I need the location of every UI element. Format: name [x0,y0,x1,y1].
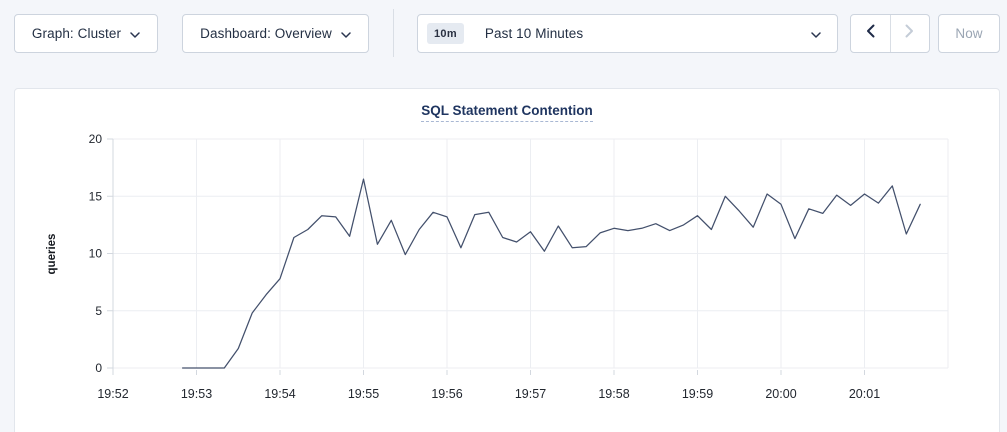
graph-dropdown-label: Graph: Cluster [32,26,121,41]
x-axis-tick-label: 20:01 [849,387,880,401]
y-axis-label: queries [46,234,58,275]
chevron-right-icon [905,24,914,43]
x-axis-tick-label: 19:59 [682,387,713,401]
y-axis-tick-label: 10 [89,247,103,261]
chevron-left-icon [866,24,875,43]
y-axis-tick-label: 5 [95,304,102,318]
x-axis-tick-label: 20:00 [765,387,796,401]
time-forward-button[interactable] [891,15,930,52]
time-window-badge: 10m [427,23,464,44]
toolbar-divider [393,9,394,57]
now-button-label: Now [955,26,982,41]
dashboard-dropdown-label: Dashboard: Overview [200,26,332,41]
x-axis-tick-label: 19:58 [598,387,629,401]
time-back-button[interactable] [851,15,891,52]
x-axis-tick-label: 19:54 [264,387,295,401]
time-range-label: Past 10 Minutes [485,26,583,41]
y-axis-tick-label: 20 [89,132,103,146]
x-axis-tick-label: 19:55 [348,387,379,401]
dashboard-dropdown[interactable]: Dashboard: Overview [182,14,369,53]
time-shift-button-group [850,14,930,53]
x-axis-tick-label: 19:56 [431,387,462,401]
time-range-dropdown[interactable]: 10m Past 10 Minutes [417,14,838,53]
y-axis-tick-label: 0 [95,361,102,375]
chevron-down-icon [341,26,351,41]
y-axis-tick-label: 15 [89,189,103,203]
x-axis-tick-label: 19:52 [97,387,128,401]
x-axis-tick-label: 19:57 [515,387,546,401]
series-line-queries [183,179,921,368]
chevron-down-icon [811,26,821,41]
chart-title[interactable]: SQL Statement Contention [421,103,593,122]
sql-statement-contention-chart[interactable]: 0 5 10 15 20 19:52 19:53 19:54 19:55 19:56 19:57 19… [15,89,1001,432]
chevron-down-icon [130,26,140,41]
now-button[interactable]: Now [938,14,1000,53]
graph-dropdown[interactable]: Graph: Cluster [14,14,158,53]
chart-title-wrap: SQL Statement Contention [15,102,999,122]
chart-card: 0 5 10 15 20 19:52 19:53 19:54 19:55 19:56 19:57 19… [14,88,1000,432]
x-axis-tick-label: 19:53 [181,387,212,401]
